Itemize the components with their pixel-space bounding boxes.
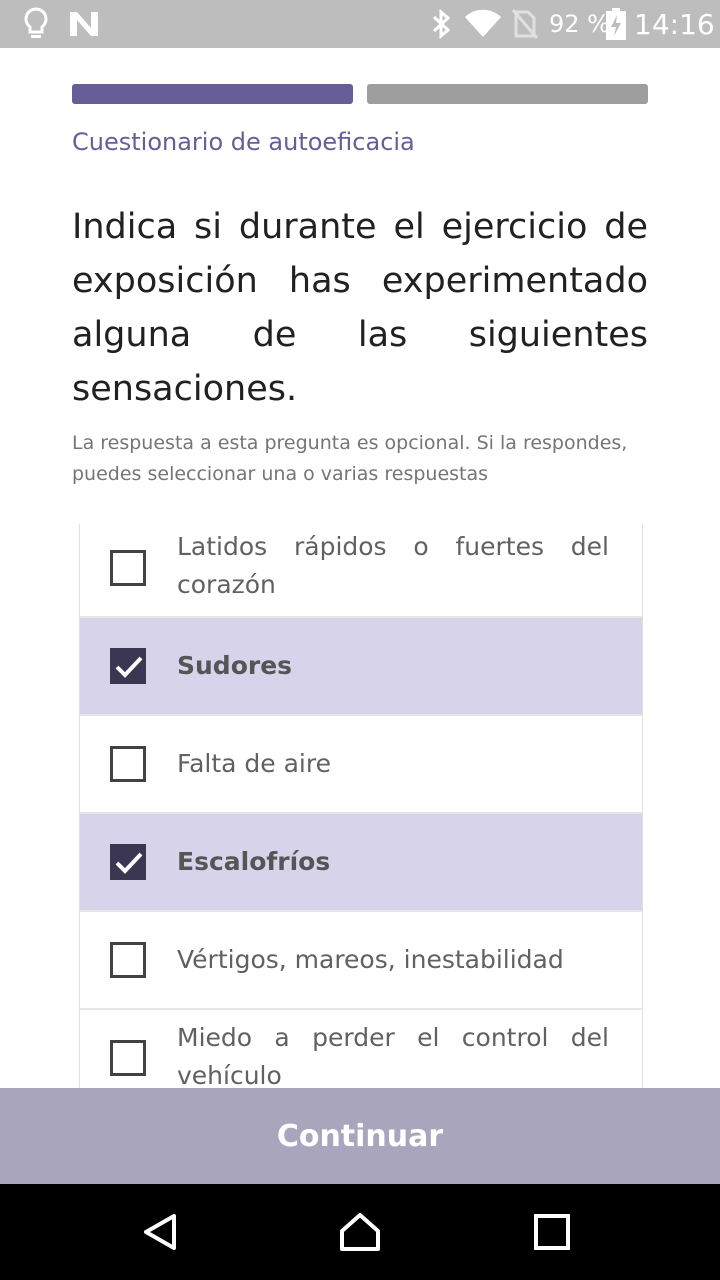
option-label: Falta de aire (177, 749, 331, 778)
option-escalofrios[interactable]: Escalofríos (80, 814, 642, 912)
option-latidos[interactable]: Latidos rápidos o fuertes del corazón (80, 524, 642, 618)
checkbox-checked[interactable] (110, 844, 146, 880)
check-icon (115, 656, 143, 678)
option-label: Escalofríos (177, 847, 331, 876)
clock: 14:16 (634, 7, 715, 41)
option-miedo-control[interactable]: Miedo a perder el control del vehículo (80, 1010, 642, 1088)
recents-icon[interactable] (504, 1184, 600, 1280)
back-icon[interactable] (112, 1184, 208, 1280)
option-label: Vértigos, mareos, inestabilidad (177, 945, 564, 974)
bluetooth-icon (430, 0, 454, 48)
progress-step-1 (72, 84, 353, 104)
home-icon[interactable] (312, 1184, 408, 1280)
option-label: Miedo a perder el control del vehículo (177, 1023, 609, 1088)
battery-percent: 92 % (549, 10, 610, 38)
navigation-bar (0, 1184, 720, 1280)
checkbox[interactable] (110, 550, 146, 586)
question-text: Indica si durante el ejercicio de exposi… (72, 207, 648, 409)
option-label: Sudores (177, 651, 293, 680)
lightbulb-icon (22, 0, 50, 48)
progress-step-2 (367, 84, 648, 104)
checkbox[interactable] (110, 746, 146, 782)
checkbox-checked[interactable] (110, 648, 146, 684)
wifi-icon (464, 0, 502, 48)
status-bar: 92 % 14:16 (0, 0, 720, 48)
option-falta-de-aire[interactable]: Falta de aire (80, 716, 642, 814)
check-icon (115, 852, 143, 874)
checkbox[interactable] (110, 1040, 146, 1076)
question-hint: La respuesta a esta pregunta es opcional… (72, 432, 628, 485)
options-list[interactable]: Latidos rápidos o fuertes del corazón Su… (79, 524, 643, 1088)
battery-charging-icon (605, 0, 627, 48)
questionnaire-title: Cuestionario de autoeficacia (72, 128, 415, 156)
continue-button[interactable]: Continuar (0, 1088, 720, 1184)
no-sim-icon (512, 0, 538, 48)
option-vertigos[interactable]: Vértigos, mareos, inestabilidad (80, 912, 642, 1010)
option-sudores[interactable]: Sudores (80, 618, 642, 716)
checkbox[interactable] (110, 942, 146, 978)
option-label: Latidos rápidos o fuertes del corazón (177, 532, 609, 599)
n-icon (68, 0, 100, 48)
